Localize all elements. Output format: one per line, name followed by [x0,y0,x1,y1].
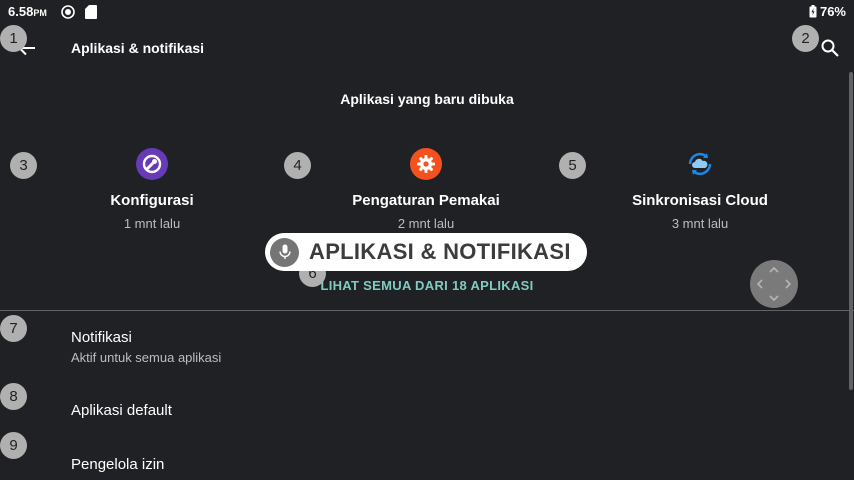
page-title: Aplikasi & notifikasi [71,40,205,56]
list-item-title: Aplikasi default [71,402,172,419]
recent-app-time: 3 mnt lalu [671,216,729,231]
voice-command-pill: APLIKASI & NOTIFIKASI [265,233,587,271]
wrench-icon [136,148,168,180]
status-ampm: PM [33,8,47,18]
overlay-badge: 3 [10,152,37,179]
overlay-badge: 8 [0,383,27,410]
overlay-badge: 9 [0,432,27,459]
search-icon [821,39,839,57]
notification-radio-icon [61,5,75,19]
sd-card-icon [85,5,97,19]
recent-app-pengaturan-pemakai[interactable]: Pengaturan Pemakai 2 mnt lalu [326,148,526,231]
search-button[interactable] [816,36,844,60]
gear-icon [410,148,442,180]
see-all-apps-link[interactable]: LIHAT SEMUA DARI 18 APLIKASI [0,278,854,293]
overlay-badge: 5 [559,152,586,179]
recent-app-time: 2 mnt lalu [397,216,455,231]
divider [0,310,854,311]
recent-app-sinkronisasi-cloud[interactable]: Sinkronisasi Cloud 3 mnt lalu [600,148,800,231]
voice-command-text: APLIKASI & NOTIFIKASI [309,239,571,264]
status-bar: 6.58PM 76% [0,0,854,24]
battery-percent: 76% [819,4,846,19]
list-item-subtitle: Aktif untuk semua aplikasi [71,350,222,365]
recent-app-konfigurasi[interactable]: Konfigurasi 1 mnt lalu [52,148,252,231]
overlay-badge: 4 [284,152,311,179]
recent-app-name: Sinkronisasi Cloud [632,192,768,209]
cloud-sync-icon [684,148,716,180]
microphone-icon[interactable] [270,237,299,267]
overlay-badge: 2 [792,25,819,52]
battery-charging-icon [809,5,817,18]
recent-app-time: 1 mnt lalu [123,216,181,231]
scrollbar[interactable] [849,72,853,390]
recent-app-name: Pengaturan Pemakai [352,192,500,209]
dpad-control[interactable] [750,260,798,308]
recent-app-name: Konfigurasi [110,192,194,209]
battery-status: 76% [809,4,846,19]
dpad-arrows-icon [756,266,792,302]
overlay-badge: 1 [0,25,27,52]
list-item-title: Pengelola izin [71,456,165,473]
overlay-badge: 7 [0,315,27,342]
recent-apps-heading: Aplikasi yang baru dibuka [340,91,514,107]
status-time: 6.58PM [8,4,47,19]
status-time-value: 6.58 [8,4,34,19]
list-item-title: Notifikasi [71,329,132,346]
